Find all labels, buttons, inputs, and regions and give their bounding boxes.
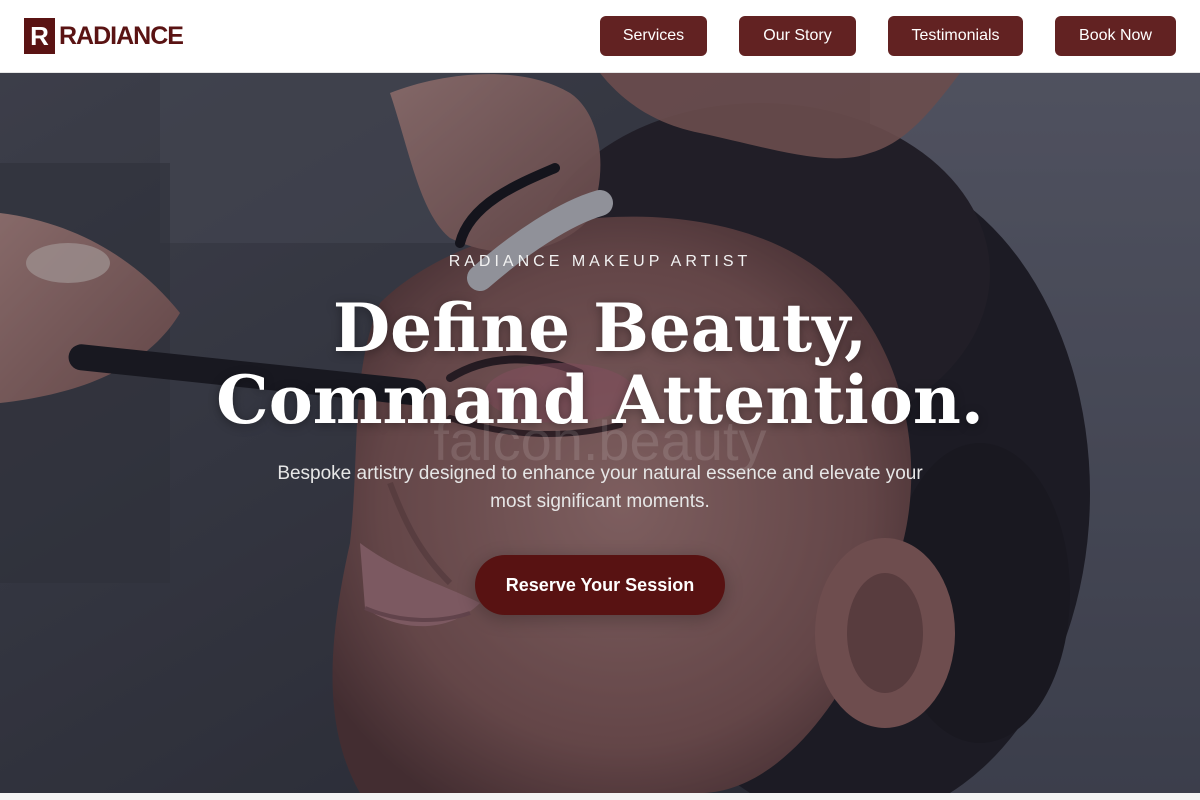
brand-logo[interactable]: R RADIANCE xyxy=(24,18,184,54)
nav-testimonials-button[interactable]: Testimonials xyxy=(888,16,1023,56)
nav-services-button[interactable]: Services xyxy=(600,16,707,56)
hero-eyebrow: RADIANCE MAKEUP ARTIST xyxy=(448,253,752,270)
brand-mark-icon: R xyxy=(24,18,55,54)
hero-headline: Define Beauty, Command Attention. xyxy=(0,292,1200,436)
hero-headline-line-1: Define Beauty, xyxy=(332,289,868,367)
hero-subcopy: Bespoke artistry designed to enhance you… xyxy=(277,463,923,512)
page-bottom-strip xyxy=(0,793,1200,800)
nav-book-now-button[interactable]: Book Now xyxy=(1055,16,1176,56)
hero-headline-line-2: Command Attention. xyxy=(216,361,984,439)
nav-our-story-button[interactable]: Our Story xyxy=(739,16,856,56)
site-header: R RADIANCE Services Our Story Testimonia… xyxy=(0,0,1200,73)
reserve-session-button[interactable]: Reserve Your Session xyxy=(475,555,725,615)
brand-name: RADIANCE xyxy=(59,21,184,50)
